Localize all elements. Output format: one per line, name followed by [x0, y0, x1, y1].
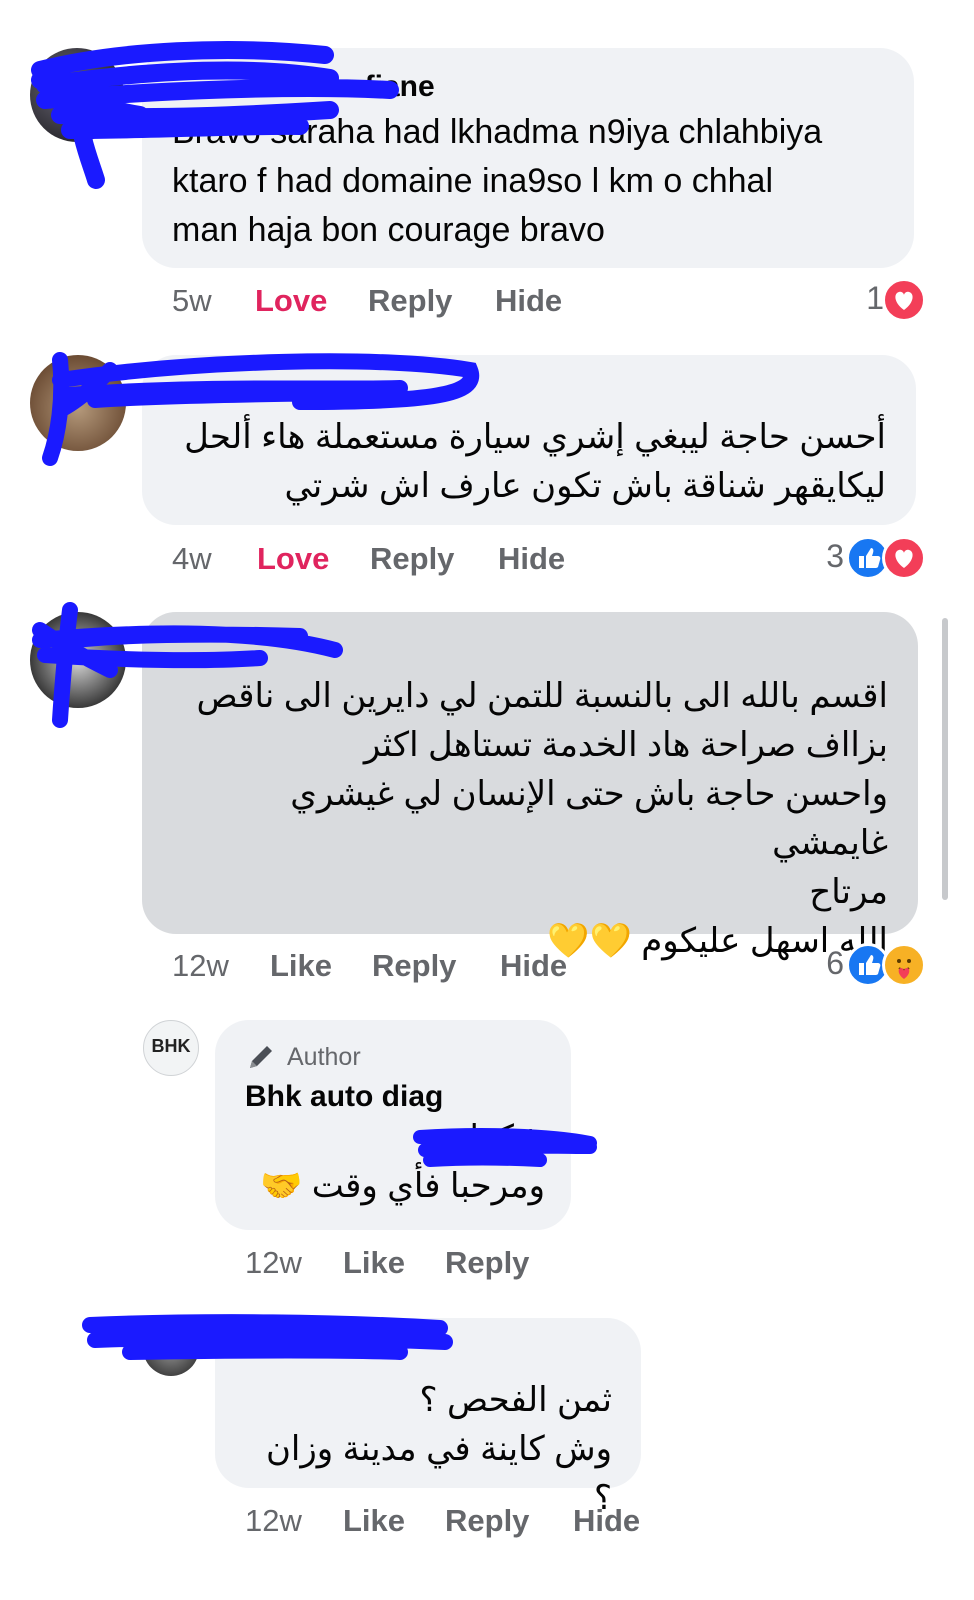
reply-text-welcome-words: ومرحبا فأي وقت — [311, 1167, 545, 1205]
reply-time[interactable]: 12w — [245, 1503, 302, 1539]
reaction-summary[interactable]: 6 — [800, 943, 930, 987]
care-icon — [882, 943, 926, 987]
author-avatar[interactable]: BHK — [143, 1020, 199, 1076]
commenter-avatar[interactable] — [143, 1320, 199, 1376]
comment-text: Bravo saraha had lkhadma n9iya chlahbiya… — [172, 113, 823, 249]
reply-time[interactable]: 12w — [245, 1245, 302, 1281]
reply-actions: 12w Like Reply — [245, 1245, 645, 1285]
reaction-count: 6 — [826, 945, 844, 981]
comment-time[interactable]: 4w — [172, 541, 212, 577]
like-button[interactable]: Like — [270, 948, 332, 984]
reaction-summary[interactable]: 3 — [800, 536, 930, 580]
commenter-avatar[interactable] — [30, 355, 126, 451]
love-reaction-button[interactable]: Love — [257, 541, 329, 577]
reply-button[interactable]: Reply — [445, 1245, 529, 1281]
reaction-summary[interactable]: 1 — [840, 278, 930, 322]
like-button[interactable]: Like — [343, 1245, 405, 1281]
reply-button[interactable]: Reply — [370, 541, 454, 577]
love-reaction-button[interactable]: Love — [255, 283, 327, 319]
handshake-emoji: 🤝 — [260, 1167, 303, 1205]
comment-text: اقسم بالله الى بالنسبة للتمن لي دايرين ا… — [196, 677, 888, 960]
mention-link[interactable]: ع — [440, 1119, 460, 1157]
reply-author-name[interactable]: Bhk auto diag — [245, 1080, 443, 1114]
comment-actions: 5w Love Reply Hide — [172, 283, 932, 323]
reply-text-line: شكرا ع — [245, 1118, 545, 1168]
reply-button[interactable]: Reply — [368, 283, 452, 319]
like-button[interactable]: Like — [343, 1503, 405, 1539]
reply-actions: 12w Like Reply Hide — [245, 1503, 745, 1543]
scrollbar[interactable] — [942, 618, 948, 900]
commenter-avatar[interactable] — [30, 612, 126, 708]
reply-button[interactable]: Reply — [372, 948, 456, 984]
reply-text-welcome: ومرحبا فأي وقت 🤝 — [245, 1166, 545, 1216]
avatar-logo-text: BHK — [151, 1036, 191, 1056]
hide-button[interactable]: Hide — [500, 948, 567, 984]
commenter-avatar[interactable] — [30, 48, 124, 142]
comment-time[interactable]: 12w — [172, 948, 229, 984]
heart-icon — [882, 536, 926, 580]
hide-button[interactable]: Hide — [498, 541, 565, 577]
reaction-count: 3 — [826, 538, 844, 574]
reply-text: ثمن الفحص ؟ وش كاينة في مدينة وزان ؟ — [265, 1381, 612, 1517]
reply-text-thanks: شكرا — [469, 1119, 545, 1157]
pencil-icon — [246, 1040, 278, 1077]
comment-text: أحسن حاجة ليبغي إشري سيارة مستعملة هاء أ… — [184, 418, 886, 505]
comment-time[interactable]: 5w — [172, 283, 212, 319]
hide-button[interactable]: Hide — [495, 283, 562, 319]
heart-icon — [882, 278, 926, 322]
commenter-name[interactable]: Soufiane — [308, 70, 435, 104]
author-badge: Author — [287, 1043, 361, 1071]
reply-button[interactable]: Reply — [445, 1503, 529, 1539]
hide-button[interactable]: Hide — [573, 1503, 640, 1539]
